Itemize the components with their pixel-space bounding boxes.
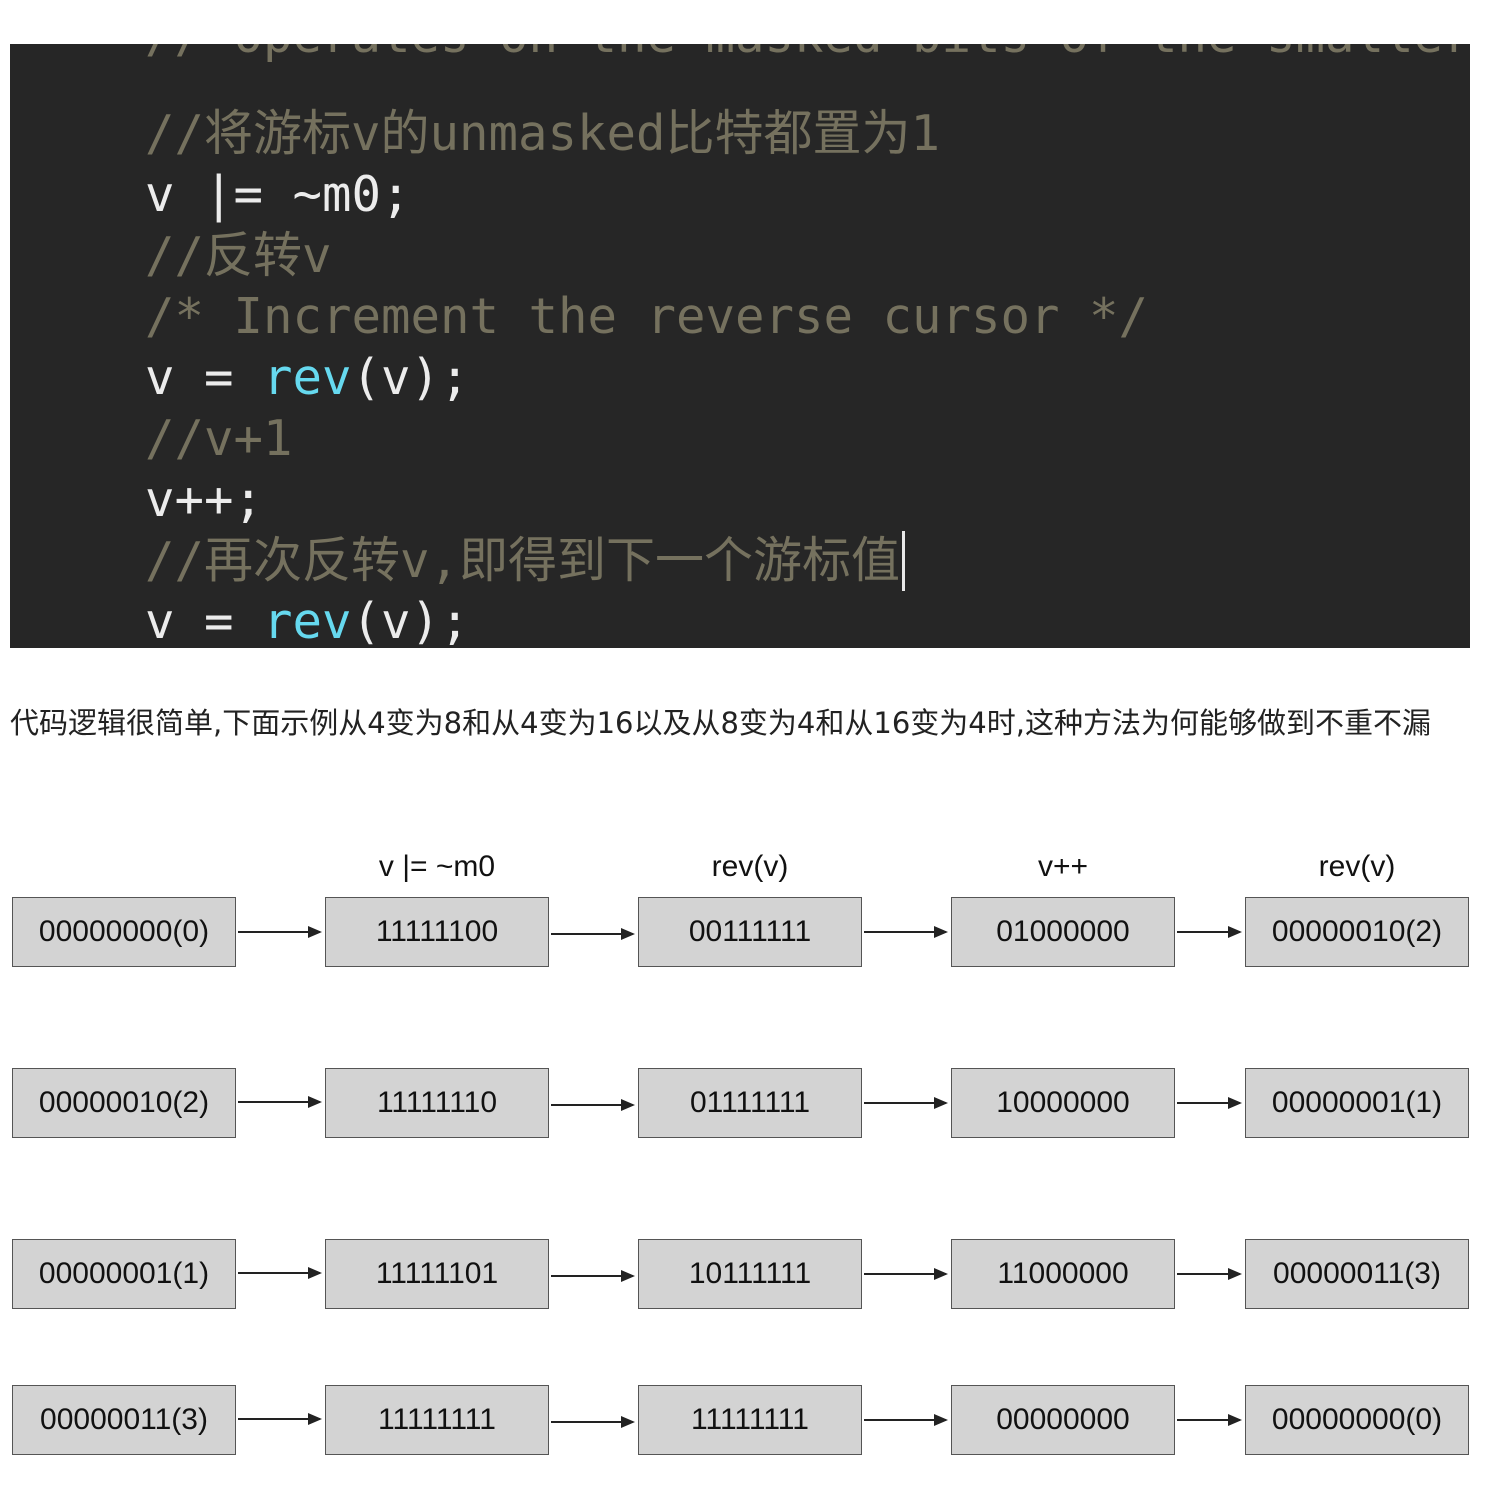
arrow — [551, 1099, 635, 1111]
code-line-0: // Operates on the masked bits of the sm… — [145, 44, 1470, 66]
arrow — [1177, 926, 1242, 938]
arrow — [1177, 1097, 1242, 1109]
step-box: 00000011(3) — [12, 1385, 236, 1455]
step-box: 10111111 — [638, 1239, 862, 1309]
arrow — [551, 1270, 635, 1282]
arrow — [864, 926, 948, 938]
code-line-9: v = rev(v); — [145, 592, 470, 648]
step-box: 11111100 — [325, 897, 549, 967]
arrow — [551, 928, 635, 940]
code-line-1: //将游标v的unmasked比特都置为1 — [145, 105, 941, 162]
step-box: 01111111 — [638, 1068, 862, 1138]
code-token-assign: v = — [145, 593, 264, 648]
code-line-7: v++; — [145, 471, 264, 528]
step-box: 11111111 — [638, 1385, 862, 1455]
code-line-6: //v+1 — [145, 410, 293, 467]
code-screenshot: // Operates on the masked bits of the sm… — [10, 44, 1470, 648]
arrow — [864, 1268, 948, 1280]
code-line-8: //再次反转v,即得到下一个游标值 — [145, 531, 906, 591]
arrow — [238, 1267, 322, 1279]
arrow — [238, 1096, 322, 1108]
text-cursor — [902, 531, 906, 591]
arrow — [1177, 1268, 1242, 1280]
code-token-args: (v); — [351, 593, 470, 648]
step-box: 00000010(2) — [12, 1068, 236, 1138]
step-box: 00000011(3) — [1245, 1239, 1469, 1309]
arrow — [864, 1097, 948, 1109]
step-box: 11111101 — [325, 1239, 549, 1309]
column-label-or-mask: v |= ~m0 — [378, 850, 496, 883]
column-label-rev-again: rev(v) — [1318, 850, 1396, 883]
arrow — [864, 1414, 948, 1426]
step-box: 11000000 — [951, 1239, 1175, 1309]
arrow — [238, 1413, 322, 1425]
code-line-3: //反转v — [145, 227, 332, 284]
step-box: 00000000(0) — [12, 897, 236, 967]
step-box: 11111110 — [325, 1068, 549, 1138]
column-label-rev: rev(v) — [711, 850, 789, 883]
step-box: 00000000 — [951, 1385, 1175, 1455]
code-token-assign: v = — [145, 349, 264, 406]
code-token-args: (v); — [351, 349, 470, 406]
step-box: 00000000(0) — [1245, 1385, 1469, 1455]
step-box: 00000001(1) — [12, 1239, 236, 1309]
explanation-paragraph: 代码逻辑很简单,下面示例从4变为8和从4变为16以及从8变为4和从16变为4时,… — [10, 706, 1431, 740]
code-comment-text: //再次反转v,即得到下一个游标值 — [145, 532, 901, 589]
step-box: 01000000 — [951, 897, 1175, 967]
code-line-2: v |= ~m0; — [145, 166, 411, 223]
code-line-4: /* Increment the reverse cursor */ — [145, 288, 1149, 345]
column-label-increment: v++ — [1037, 850, 1089, 883]
arrow — [551, 1416, 635, 1428]
code-token-fn: rev — [263, 349, 352, 406]
step-box: 10000000 — [951, 1068, 1175, 1138]
step-box: 11111111 — [325, 1385, 549, 1455]
code-line-5: v = rev(v); — [145, 348, 470, 408]
step-box: 00000001(1) — [1245, 1068, 1469, 1138]
cursor-flow-diagram: v |= ~m0 rev(v) v++ rev(v) 00000000(0) 1… — [0, 840, 1490, 1480]
arrow — [238, 926, 322, 938]
code-token-fn: rev — [263, 593, 352, 648]
step-box: 00000010(2) — [1245, 897, 1469, 967]
step-box: 00111111 — [638, 897, 862, 967]
arrow — [1177, 1414, 1242, 1426]
